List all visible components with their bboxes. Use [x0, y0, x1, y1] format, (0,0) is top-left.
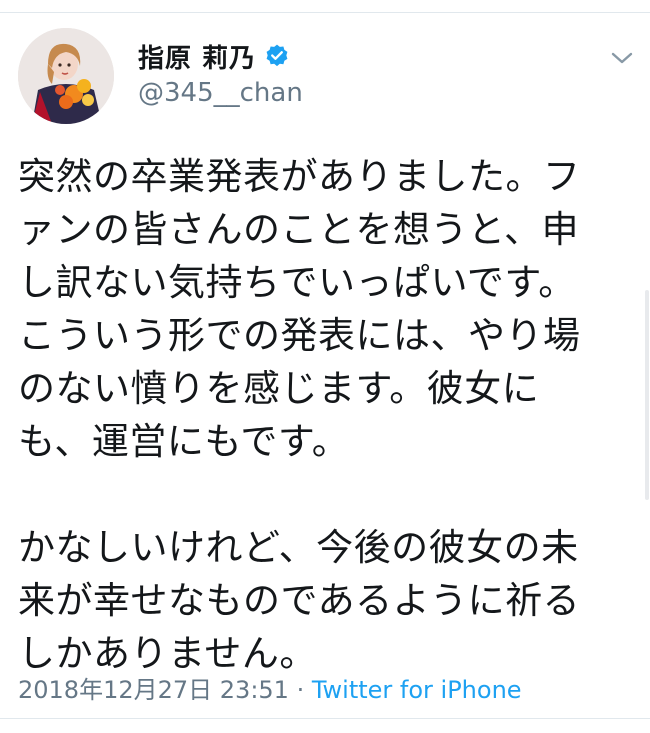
tweet-text-line: かなしいけれど、今後の彼女の未 [18, 526, 579, 569]
author-names: 指原 莉乃 @345__chan [138, 36, 303, 109]
tweet-meta: 2018年12月27日 23:51 · Twitter for iPhone [18, 670, 522, 705]
tweet-text: 突然の卒業発表がありました。フ ァンの皆さんのことを想うと、申 し訳ない気持ちで… [18, 150, 638, 680]
bottom-divider [0, 718, 650, 719]
tweet-text-line: も、運営にもです。 [18, 420, 350, 463]
tweet-text-line: のない憤りを感じます。彼女に [18, 367, 540, 410]
tweet-text-line: こういう形での発表には、やり場 [18, 314, 581, 357]
tweet-header: 指原 莉乃 @345__chan [18, 28, 633, 128]
tweet-text-line: 突然の卒業発表がありました。フ [18, 155, 581, 198]
display-name-row: 指原 莉乃 [138, 36, 303, 76]
tweet-text-line: 来が幸せなものであるように祈る [18, 579, 581, 622]
avatar[interactable] [18, 28, 114, 124]
display-name[interactable]: 指原 莉乃 [138, 38, 256, 75]
handle[interactable]: @345__chan [138, 78, 303, 108]
paragraph-break [18, 468, 638, 521]
avatar-photo-icon [18, 28, 114, 124]
tweet-text-line: し訳ない気持ちでいっぱいです。 [18, 261, 576, 304]
timestamp[interactable]: 2018年12月27日 23:51 [18, 676, 289, 704]
source-link[interactable]: Twitter for iPhone [312, 676, 522, 704]
verified-badge-icon [264, 43, 290, 69]
scrollbar[interactable] [645, 290, 649, 500]
meta-separator: · [288, 676, 312, 704]
top-divider [0, 0, 650, 13]
tweet-text-line: ァンの皆さんのことを想うと、申 [18, 208, 580, 251]
chevron-down-icon[interactable] [608, 48, 636, 68]
